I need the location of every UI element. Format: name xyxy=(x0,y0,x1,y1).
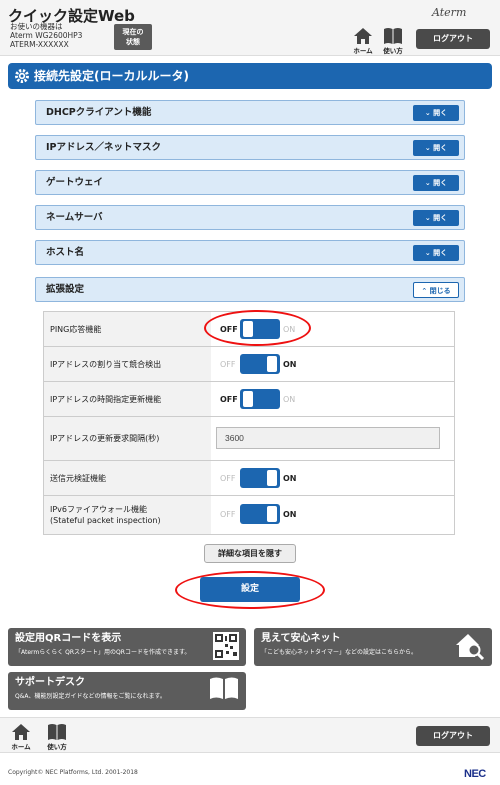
home-nav[interactable]: ホーム xyxy=(348,27,378,57)
open-button[interactable]: ⌄ 開く xyxy=(413,245,459,261)
section-title-bar: 接続先設定(ローカルルータ) xyxy=(8,63,492,89)
model-label: お使いの機器は xyxy=(10,22,63,31)
qr-code-card[interactable]: 設定用QRコードを表示 「Atermらくらく QRスタート」用のQRコードを作成… xyxy=(8,628,246,666)
ipv6-firewall-toggle[interactable]: OFF ON xyxy=(220,504,303,524)
setting-label: IPアドレスの時間指定更新機能 xyxy=(44,382,211,416)
ping-toggle[interactable]: OFF ON xyxy=(220,319,303,339)
accordion-dhcp-client[interactable]: DHCPクライアント機能 ⌄ 開く xyxy=(35,100,465,125)
setting-row-ping: PING応答機能 OFF ON xyxy=(44,312,454,347)
accordion-ip-netmask[interactable]: IPアドレス／ネットマスク ⌄ 開く xyxy=(35,135,465,160)
gear-icon xyxy=(15,69,29,83)
section-title: 接続先設定(ローカルルータ) xyxy=(34,69,189,83)
home-nav[interactable]: ホーム xyxy=(6,723,36,753)
setting-label: 送信元検証機能 xyxy=(44,461,211,495)
timed-renewal-toggle[interactable]: OFF ON xyxy=(220,389,303,409)
source-verification-toggle[interactable]: OFF ON xyxy=(220,468,303,488)
hide-details-button[interactable]: 詳細な項目を隠す xyxy=(204,544,296,563)
accordion-host-name[interactable]: ホスト名 ⌄ 開く xyxy=(35,240,465,265)
logout-button[interactable]: ログアウト xyxy=(416,29,490,49)
setting-label: PING応答機能 xyxy=(44,312,211,346)
accordion-gateway[interactable]: ゲートウェイ ⌄ 開く xyxy=(35,170,465,195)
open-button[interactable]: ⌄ 開く xyxy=(413,210,459,226)
open-button[interactable]: ⌄ 開く xyxy=(413,175,459,191)
setting-row-renewal-interval: IPアドレスの更新要求間隔(秒) 3600 xyxy=(44,417,454,461)
nec-logo: NEC xyxy=(464,768,486,780)
accordion-name-server[interactable]: ネームサーバ ⌄ 開く xyxy=(35,205,465,230)
logout-button[interactable]: ログアウト xyxy=(416,726,490,746)
book-icon xyxy=(48,724,66,740)
home-icon xyxy=(12,724,30,740)
bottom-footer: ホーム 使い方 ログアウト xyxy=(0,717,500,753)
model-id: ATERM-XXXXXX xyxy=(10,40,69,49)
home-icon xyxy=(354,28,372,44)
setting-label: IPアドレスの割り当て競合検出 xyxy=(44,347,211,381)
support-desk-card[interactable]: サポートデスク Q&A、機能別設定ガイドなどの情報をご覧になれます。 xyxy=(8,672,246,710)
manual-nav[interactable]: 使い方 xyxy=(42,723,72,753)
top-header: クイック設定Web お使いの機器は Aterm WG2600HP3 ATERM-… xyxy=(0,0,500,56)
setting-row-timed-renewal: IPアドレスの時間指定更新機能 OFF ON xyxy=(44,382,454,417)
apply-button[interactable]: 設定 xyxy=(200,577,300,602)
open-button[interactable]: ⌄ 開く xyxy=(413,140,459,156)
advanced-settings-table: PING応答機能 OFF ON IPアドレスの割り当て競合検出 OFF ON I… xyxy=(43,311,455,535)
setting-row-conflict-detection: IPアドレスの割り当て競合検出 OFF ON xyxy=(44,347,454,382)
copyright: Copyright© NEC Platforms, Ltd. 2001-2018 xyxy=(8,769,138,776)
close-button[interactable]: ⌃ 閉じる xyxy=(413,282,459,298)
aterm-logo: Aterm xyxy=(432,6,467,19)
setting-label: IPv6ファイアウォール機能 (Stateful packet inspecti… xyxy=(44,496,211,534)
book-icon xyxy=(384,28,402,44)
setting-row-source-verification: 送信元検証機能 OFF ON xyxy=(44,461,454,496)
manual-nav[interactable]: 使い方 xyxy=(378,27,408,57)
model-name: Aterm WG2600HP3 xyxy=(10,31,83,40)
book-icon xyxy=(210,677,238,699)
accordion-advanced[interactable]: 拡張設定 ⌃ 閉じる xyxy=(35,277,465,302)
open-button[interactable]: ⌄ 開く xyxy=(413,105,459,121)
setting-label: IPアドレスの更新要求間隔(秒) xyxy=(44,417,211,460)
house-search-icon xyxy=(456,634,485,660)
renewal-interval-input[interactable]: 3600 xyxy=(216,427,440,449)
safety-net-card[interactable]: 見えて安心ネット 「こども安心ネットタイマー」などの設定はこちらから。 xyxy=(254,628,492,666)
current-status-button[interactable]: 現在の 状態 xyxy=(114,24,152,50)
qr-code-icon xyxy=(213,632,239,660)
setting-row-ipv6-firewall: IPv6ファイアウォール機能 (Stateful packet inspecti… xyxy=(44,496,454,534)
conflict-detection-toggle[interactable]: OFF ON xyxy=(220,354,303,374)
